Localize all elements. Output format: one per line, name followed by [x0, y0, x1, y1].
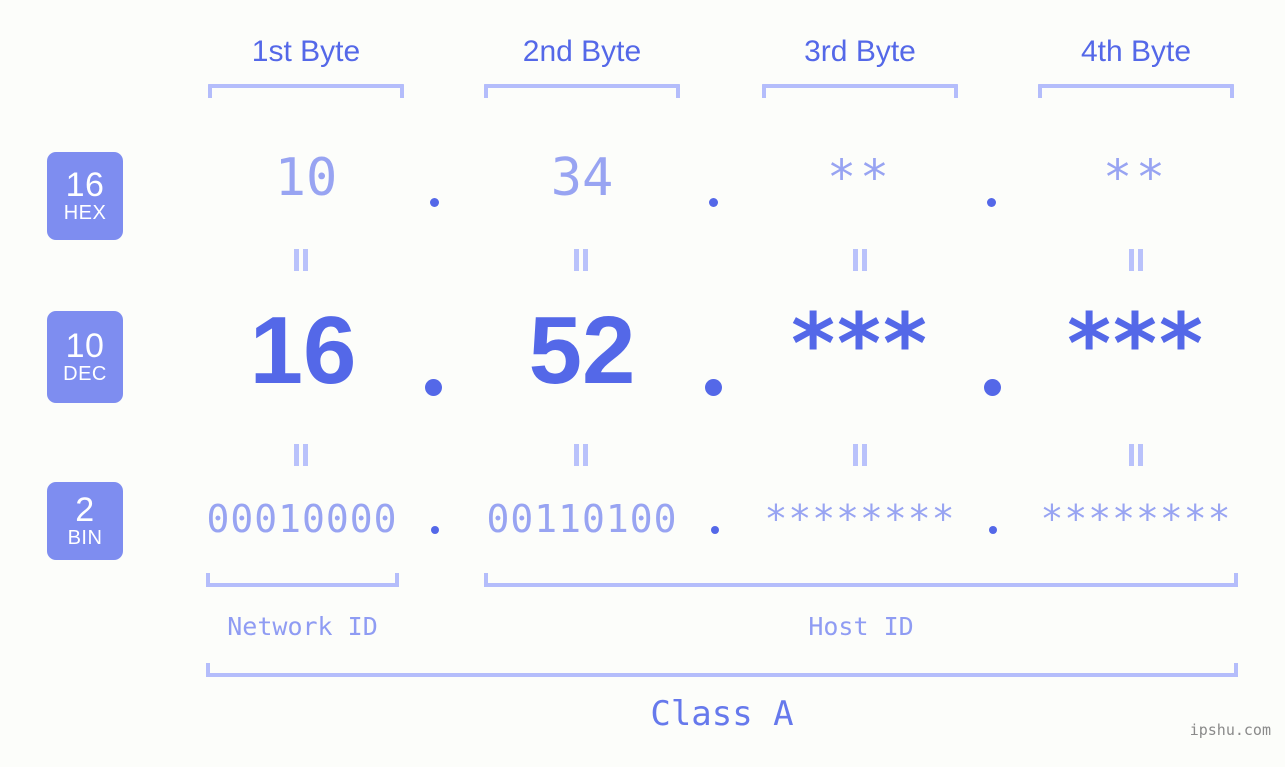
hex-byte-2-value: 34	[550, 148, 614, 208]
hex-byte-4-value: **	[1103, 150, 1169, 206]
hex-byte-3-value: **	[827, 150, 893, 206]
ip-breakdown-diagram: 1st Byte 2nd Byte 3rd Byte 4th Byte 16 H…	[0, 0, 1285, 767]
equals-sign-dec-bin-3	[851, 444, 869, 466]
byte-header-3: 3rd Byte	[804, 35, 916, 68]
hex-byte-1-value: 10	[274, 148, 338, 208]
byte-bracket-top-4	[1038, 84, 1234, 98]
base-badge-bin-number: 2	[75, 491, 95, 529]
equals-sign-dec-bin-1	[292, 444, 310, 466]
equals-sign-hex-dec-4	[1127, 249, 1145, 271]
dec-separator-dot-1	[425, 379, 442, 396]
bin-byte-2-value: 00110100	[486, 497, 678, 541]
host-id-label: Host ID	[808, 612, 914, 641]
equals-sign-hex-dec-1	[292, 249, 310, 271]
host-id-bracket	[484, 573, 1238, 587]
base-badge-hex-label: HEX	[63, 202, 107, 224]
dec-separator-dot-3	[984, 379, 1001, 396]
equals-sign-hex-dec-2	[572, 249, 590, 271]
base-badge-dec-label: DEC	[63, 363, 107, 385]
bin-separator-dot-2	[711, 526, 719, 534]
dec-byte-3-value: ***	[791, 295, 929, 393]
base-badge-hex: 16 HEX	[47, 152, 123, 240]
class-label: Class A	[650, 694, 794, 734]
equals-sign-dec-bin-2	[572, 444, 590, 466]
bin-byte-1-value: 00010000	[206, 497, 398, 541]
byte-bracket-top-3	[762, 84, 958, 98]
dec-byte-4-value: ***	[1067, 295, 1205, 393]
bin-separator-dot-3	[989, 526, 997, 534]
byte-bracket-top-1	[208, 84, 404, 98]
base-badge-hex-number: 16	[65, 166, 105, 204]
base-badge-dec: 10 DEC	[47, 311, 123, 403]
bin-byte-4-value: ********	[1040, 497, 1232, 541]
byte-header-4: 4th Byte	[1080, 35, 1192, 68]
dec-byte-1-value: 16	[249, 297, 357, 404]
byte-header-2: 2nd Byte	[522, 35, 642, 68]
base-badge-dec-number: 10	[65, 327, 105, 365]
dec-separator-dot-2	[705, 379, 722, 396]
base-badge-bin-label: BIN	[67, 527, 103, 549]
bin-byte-3-value: ********	[764, 497, 956, 541]
network-id-label: Network ID	[227, 612, 378, 641]
network-id-bracket	[206, 573, 399, 587]
hex-separator-dot-1	[430, 198, 439, 207]
watermark-text: ipshu.com	[1189, 721, 1271, 739]
equals-sign-hex-dec-3	[851, 249, 869, 271]
byte-header-1: 1st Byte	[251, 35, 361, 68]
dec-byte-2-value: 52	[528, 297, 636, 404]
hex-separator-dot-2	[709, 198, 718, 207]
equals-sign-dec-bin-4	[1127, 444, 1145, 466]
byte-bracket-top-2	[484, 84, 680, 98]
base-badge-bin: 2 BIN	[47, 482, 123, 560]
bin-separator-dot-1	[431, 526, 439, 534]
class-bracket	[206, 663, 1238, 677]
hex-separator-dot-3	[987, 198, 996, 207]
